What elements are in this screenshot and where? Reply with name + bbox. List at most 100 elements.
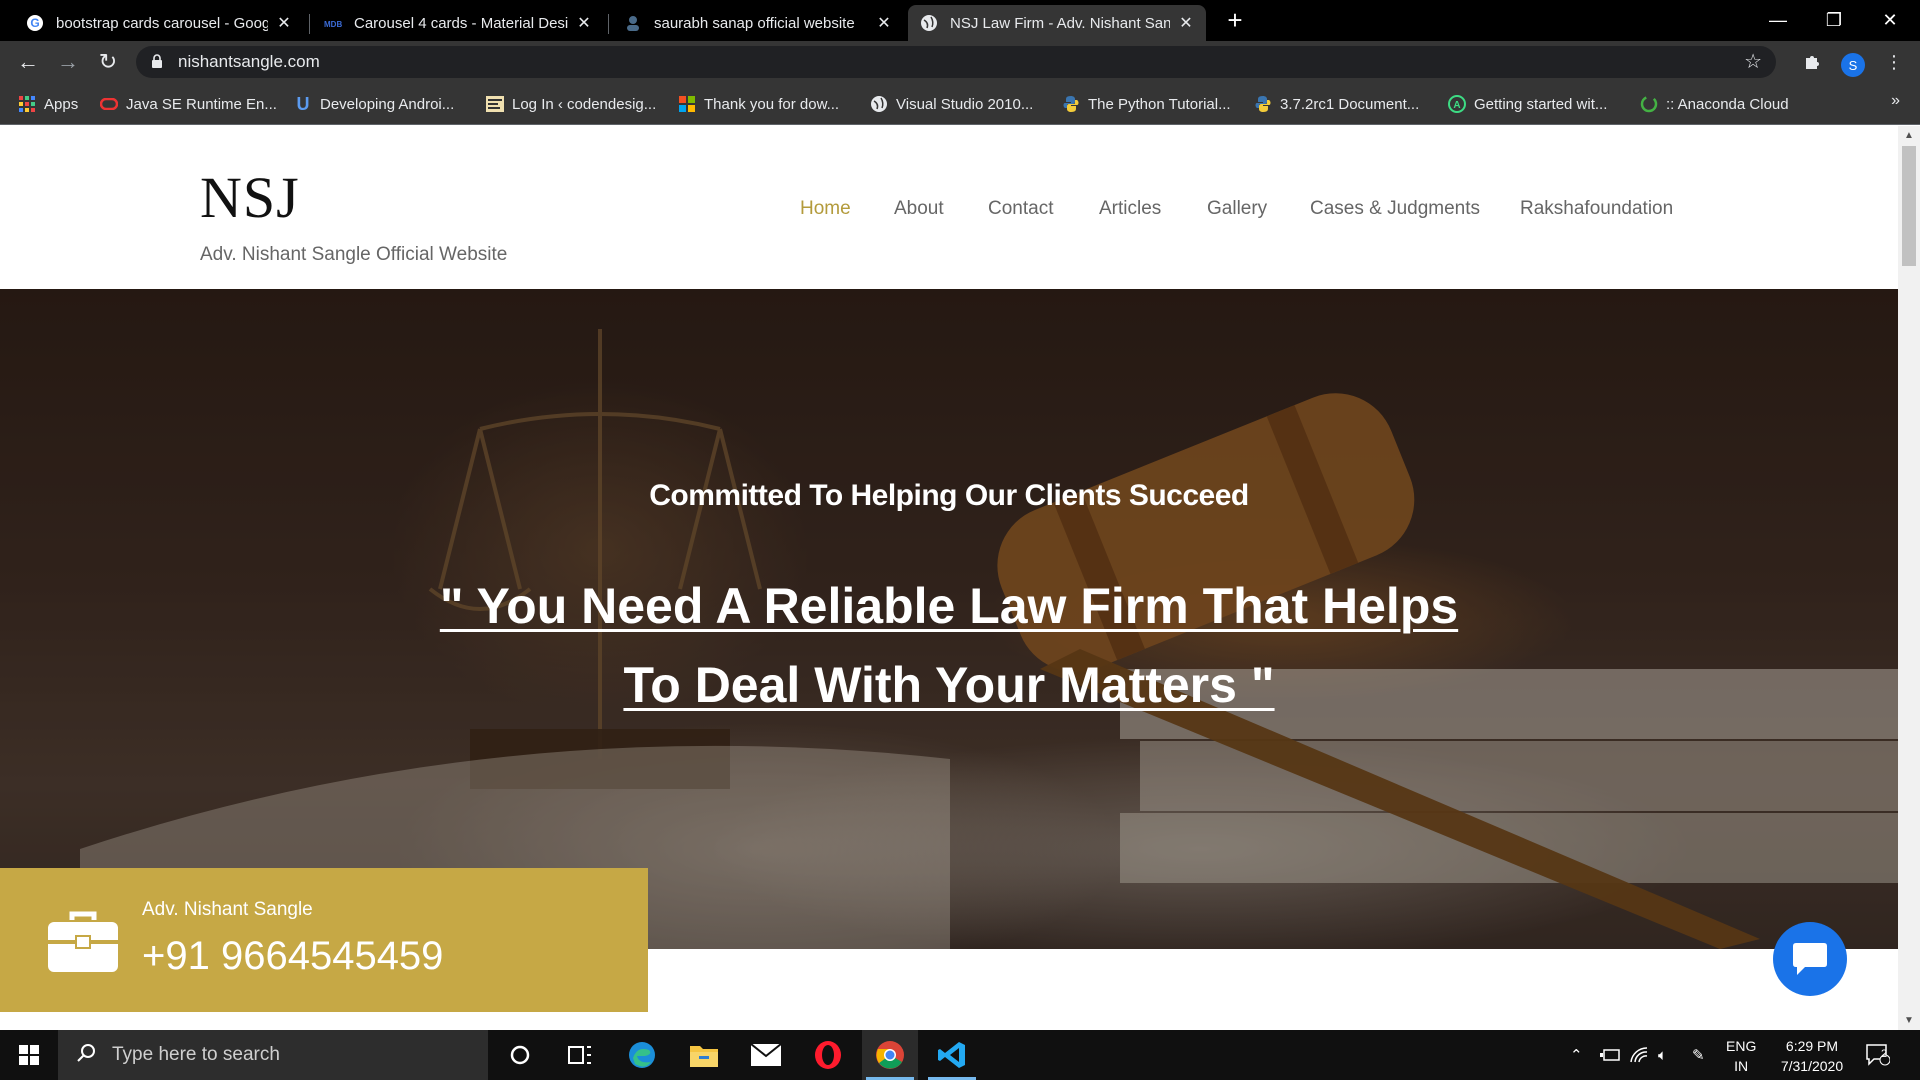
bookmark-thank-you[interactable]: Thank you for dow... xyxy=(678,93,839,115)
udemy-icon: U xyxy=(296,93,310,114)
chat-bubble-icon xyxy=(1793,943,1827,975)
task-view-icon[interactable] xyxy=(552,1030,608,1080)
tray-chevron-up-icon[interactable]: ⌃ xyxy=(1570,1030,1583,1080)
volume-icon[interactable]: 🔈︎ xyxy=(1658,1030,1667,1080)
edge-icon[interactable] xyxy=(614,1030,670,1080)
vscode-icon[interactable] xyxy=(924,1030,980,1080)
bookmark-star-icon[interactable]: ☆ xyxy=(1744,49,1762,74)
notification-center-icon[interactable]: 2 xyxy=(1866,1030,1890,1080)
forward-arrow-icon[interactable]: → xyxy=(54,48,82,76)
bookmark-label: Apps xyxy=(44,95,79,113)
close-window-icon[interactable]: ✕ xyxy=(1862,0,1918,41)
contact-card: Adv. Nishant Sangle +91 9664545459 xyxy=(0,868,648,1012)
globe-icon xyxy=(870,95,888,113)
chevron-double-right-icon[interactable]: » xyxy=(1891,92,1900,110)
bookmark-label: Getting started wit... xyxy=(1474,95,1608,113)
wifi-icon[interactable] xyxy=(1630,1030,1648,1080)
kebab-menu-icon[interactable]: ⋮ xyxy=(1882,50,1906,74)
globe-icon xyxy=(920,14,938,32)
site-logo[interactable]: NSJ xyxy=(200,164,300,231)
tab-title: Carousel 4 cards - Material Desig xyxy=(354,14,568,32)
bookmark-java[interactable]: Java SE Runtime En... xyxy=(100,93,277,115)
nav-cases-judgments[interactable]: Cases & Judgments xyxy=(1310,198,1480,220)
bookmark-label: 3.7.2rc1 Document... xyxy=(1280,95,1420,113)
tab-nsj-law-firm[interactable]: NSJ Law Firm - Adv. Nishant Sanc ✕ xyxy=(908,5,1206,41)
bookmark-label: The Python Tutorial... xyxy=(1088,95,1231,113)
anaconda-icon xyxy=(1640,95,1658,113)
mail-icon[interactable] xyxy=(738,1030,794,1080)
bookmarks-bar: Apps Java SE Runtime En... U Developing … xyxy=(0,83,1920,125)
close-icon[interactable]: ✕ xyxy=(876,13,892,33)
site-tagline: Adv. Nishant Sangle Official Website xyxy=(200,244,508,265)
scroll-down-icon[interactable]: ▼ xyxy=(1904,1015,1914,1026)
windows-logo-icon xyxy=(19,1045,39,1065)
briefcase-icon xyxy=(48,910,118,977)
clock-date: 7/31/2020 xyxy=(1780,1058,1844,1074)
contact-phone[interactable]: +91 9664545459 xyxy=(142,934,443,979)
scrollbar-thumb[interactable] xyxy=(1902,146,1916,266)
language-indicator[interactable]: ENG IN xyxy=(1726,1036,1756,1076)
tab-saurabh-sanap[interactable]: saurabh sanap official website ✕ xyxy=(612,5,904,41)
mdb-icon: MDB xyxy=(324,14,342,32)
hero-subtitle: Committed To Helping Our Clients Succeed xyxy=(649,479,1249,512)
back-arrow-icon[interactable]: ← xyxy=(14,48,42,76)
address-bar[interactable]: nishantsangle.com ☆ xyxy=(136,46,1776,78)
tab-bootstrap-cards[interactable]: G bootstrap cards carousel - Googl ✕ xyxy=(14,5,304,41)
nav-about[interactable]: About xyxy=(894,198,944,220)
bookmark-visual-studio[interactable]: Visual Studio 2010... xyxy=(870,93,1033,115)
region-code: IN xyxy=(1734,1058,1749,1074)
close-icon[interactable]: ✕ xyxy=(576,13,592,33)
microsoft-icon xyxy=(678,95,696,113)
chat-button[interactable] xyxy=(1773,922,1847,996)
tab-divider xyxy=(608,14,609,34)
hero-quote[interactable]: " You Need A Reliable Law Firm That Help… xyxy=(0,567,1898,725)
bookmark-getting-started[interactable]: A Getting started wit... xyxy=(1448,93,1607,115)
android-icon: A xyxy=(1448,95,1466,113)
extensions-puzzle-icon[interactable] xyxy=(1800,50,1824,74)
taskbar-search[interactable] xyxy=(58,1030,488,1080)
bookmark-anaconda[interactable]: :: Anaconda Cloud xyxy=(1640,93,1789,115)
reload-icon[interactable]: ↻ xyxy=(94,48,122,76)
bookmark-python-docs[interactable]: 3.7.2rc1 Document... xyxy=(1254,93,1419,115)
cortana-icon[interactable] xyxy=(492,1030,548,1080)
nav-home[interactable]: Home xyxy=(800,198,851,220)
scroll-up-icon[interactable]: ▲ xyxy=(1904,130,1914,141)
bookmark-apps[interactable]: Apps xyxy=(18,93,78,115)
language-code: ENG xyxy=(1726,1038,1757,1054)
bookmark-python-tutorial[interactable]: The Python Tutorial... xyxy=(1062,93,1231,115)
bookmark-label: Log In ‹ codendesig... xyxy=(512,95,657,113)
new-tab-button[interactable]: + xyxy=(1222,7,1248,34)
nav-rakshafoundation[interactable]: Rakshafoundation xyxy=(1520,198,1673,220)
svg-text:A: A xyxy=(1453,100,1460,111)
nav-gallery[interactable]: Gallery xyxy=(1207,198,1267,220)
python-icon xyxy=(1254,95,1272,113)
system-clock[interactable]: 6:29 PM 7/31/2020 xyxy=(1762,1036,1862,1076)
profile-avatar[interactable]: S xyxy=(1841,53,1865,77)
pen-icon[interactable]: ✎ xyxy=(1692,1030,1705,1080)
search-input[interactable] xyxy=(112,1044,472,1066)
restore-icon[interactable]: ❐ xyxy=(1806,0,1862,41)
url-text: nishantsangle.com xyxy=(178,52,320,71)
tab-carousel-material[interactable]: MDB Carousel 4 cards - Material Desig ✕ xyxy=(312,5,604,41)
opera-icon[interactable] xyxy=(800,1030,856,1080)
file-explorer-icon[interactable] xyxy=(676,1030,732,1080)
close-icon[interactable]: ✕ xyxy=(1178,13,1194,33)
nav-articles[interactable]: Articles xyxy=(1099,198,1161,220)
tab-title: saurabh sanap official website xyxy=(654,14,855,32)
hero-quote-line2: To Deal With Your Matters " xyxy=(623,657,1275,713)
windows-start-button[interactable] xyxy=(0,1030,58,1080)
hero-banner: Committed To Helping Our Clients Succeed… xyxy=(0,289,1898,949)
battery-icon[interactable] xyxy=(1600,1030,1620,1080)
web-page: NSJ Adv. Nishant Sangle Official Website… xyxy=(0,126,1898,1030)
google-icon: G xyxy=(26,14,44,32)
page-scrollbar[interactable]: ▲ ▼ xyxy=(1898,126,1920,1030)
chrome-icon[interactable] xyxy=(862,1030,918,1080)
close-icon[interactable]: ✕ xyxy=(276,13,292,33)
nav-contact[interactable]: Contact xyxy=(988,198,1053,220)
blog-icon xyxy=(486,95,504,113)
python-icon xyxy=(1062,95,1080,113)
search-icon xyxy=(76,1043,100,1068)
bookmark-codendesign[interactable]: Log In ‹ codendesig... xyxy=(486,93,656,115)
bookmark-android-dev[interactable]: U Developing Androi... xyxy=(294,93,455,115)
minimize-icon[interactable]: — xyxy=(1750,0,1806,41)
